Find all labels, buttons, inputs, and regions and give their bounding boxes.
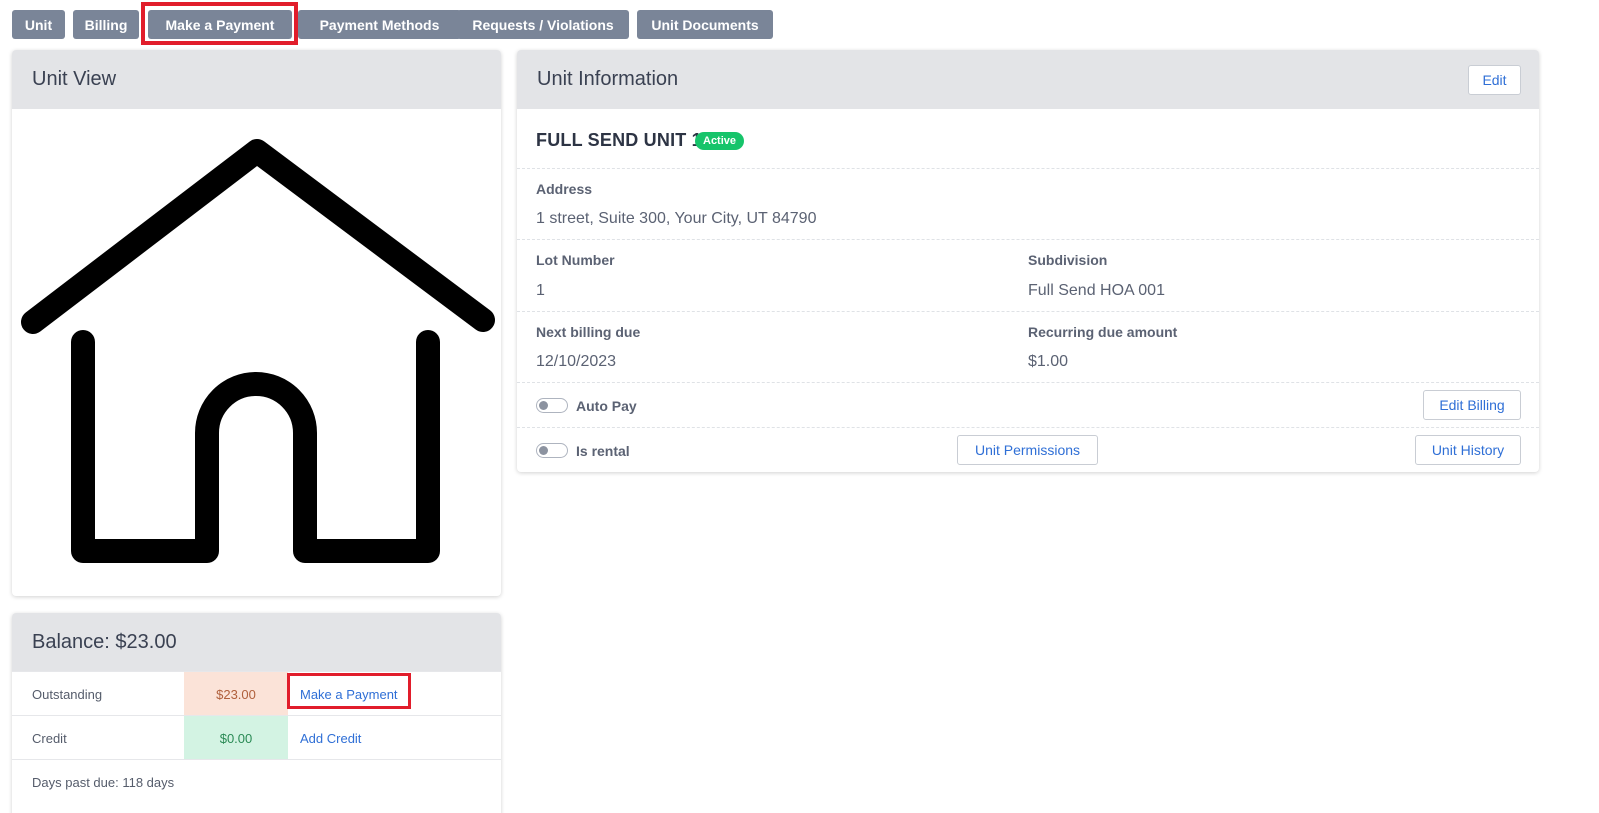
outstanding-label: Outstanding xyxy=(32,686,103,702)
balance-title: Balance: $23.00 xyxy=(32,631,177,653)
recurring-due-value: $1.00 xyxy=(1028,353,1069,370)
unit-name: FULL SEND UNIT 1 xyxy=(536,130,702,150)
edit-billing-button[interactable]: Edit Billing xyxy=(1423,390,1521,420)
add-credit-link[interactable]: Add Credit xyxy=(300,716,361,760)
lot-number-label: Lot Number xyxy=(536,252,615,268)
unit-view-card: Unit View xyxy=(12,50,501,596)
subdivision-value: Full Send HOA 001 xyxy=(1028,282,1165,299)
tab-unit-documents[interactable]: Unit Documents xyxy=(637,10,773,39)
auto-pay-label: Auto Pay xyxy=(576,398,637,414)
unit-view-title: Unit View xyxy=(32,68,117,90)
tab-billing[interactable]: Billing xyxy=(73,10,139,39)
auto-pay-toggle[interactable] xyxy=(536,398,568,413)
lot-number-value: 1 xyxy=(536,282,545,299)
status-badge: Active xyxy=(695,132,745,150)
balance-header: Balance: $23.00 xyxy=(12,613,501,672)
address-value: 1 street, Suite 300, Your City, UT 84790 xyxy=(536,210,817,227)
unit-history-button[interactable]: Unit History xyxy=(1415,435,1521,465)
tab-requests-violations[interactable]: Requests / Violations xyxy=(457,10,629,39)
house-icon xyxy=(21,139,495,563)
subdivision-label: Subdivision xyxy=(1028,252,1108,268)
unit-information-card: Unit Information Edit FULL SEND UNIT 1 A… xyxy=(517,50,1539,472)
days-past-due-text: Days past due: 118 days xyxy=(32,774,175,790)
tab-unit[interactable]: Unit xyxy=(12,10,65,39)
tab-payment-methods[interactable]: Payment Methods xyxy=(298,10,461,39)
unit-view-header: Unit View xyxy=(12,50,501,109)
recurring-due-label: Recurring due amount xyxy=(1028,324,1178,340)
next-billing-value: 12/10/2023 xyxy=(536,353,617,370)
balance-row-credit: Credit $0.00 Add Credit xyxy=(12,715,501,760)
unit-permissions-button[interactable]: Unit Permissions xyxy=(957,435,1098,465)
lot-section xyxy=(517,240,1539,312)
is-rental-label: Is rental xyxy=(576,443,630,459)
edit-unit-button[interactable]: Edit xyxy=(1468,65,1521,95)
balance-row-days-past-due: Days past due: 118 days xyxy=(12,759,501,803)
balance-card: Balance: $23.00 Outstanding $23.00 Make … xyxy=(12,613,501,813)
is-rental-toggle[interactable] xyxy=(536,443,568,458)
address-label: Address xyxy=(536,181,593,197)
autopay-section xyxy=(517,383,1539,428)
outstanding-amount: $23.00 xyxy=(184,672,288,716)
credit-amount: $0.00 xyxy=(184,716,288,760)
tab-make-a-payment[interactable]: Make a Payment xyxy=(148,10,292,39)
credit-label: Credit xyxy=(32,730,67,746)
next-billing-label: Next billing due xyxy=(536,324,641,340)
address-section xyxy=(517,169,1539,240)
unit-information-title: Unit Information xyxy=(537,68,679,90)
unit-information-header: Unit Information xyxy=(517,50,1539,109)
balance-row-outstanding: Outstanding $23.00 Make a Payment xyxy=(12,671,501,716)
make-a-payment-link[interactable]: Make a Payment xyxy=(300,672,398,716)
billing-section xyxy=(517,312,1539,383)
